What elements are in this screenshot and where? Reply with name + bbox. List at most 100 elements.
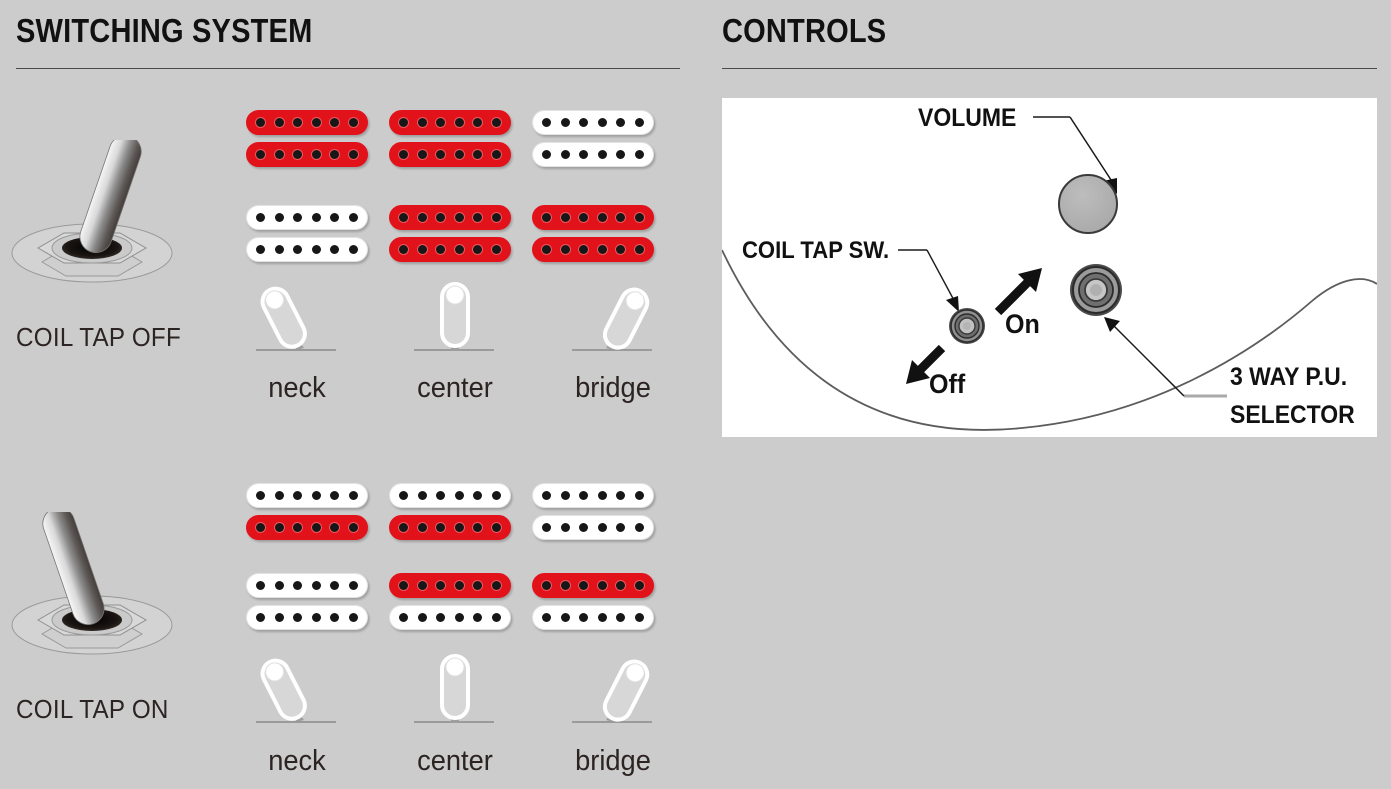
pole-piece	[579, 523, 589, 532]
pole-piece	[579, 245, 589, 254]
pole-piece	[579, 581, 589, 590]
pole-piece	[348, 613, 358, 622]
pole-piece	[473, 150, 483, 159]
pole-piece	[436, 491, 446, 500]
selector-lever-on-center-icon[interactable]	[398, 650, 518, 750]
pole-piece	[560, 613, 570, 622]
selector-label-off-bridge: bridge	[575, 372, 651, 404]
pole-piece	[616, 213, 626, 222]
pole-piece	[634, 523, 644, 532]
pole-piece	[293, 245, 303, 254]
pole-piece	[560, 118, 570, 127]
pickup-off-neck-upper	[246, 110, 370, 170]
pole-piece	[473, 523, 483, 532]
pole-piece	[560, 213, 570, 222]
pole-piece	[616, 581, 626, 590]
pole-piece	[634, 213, 644, 222]
coil-upper	[389, 573, 511, 598]
coil-tap-off-label-text: Off	[929, 368, 966, 399]
pole-piece	[274, 613, 284, 622]
switching-system-heading: SWITCHING SYSTEM	[16, 12, 313, 49]
pole-piece	[616, 613, 626, 622]
page-root: SWITCHING SYSTEM COIL TAP OFF neck cente…	[0, 0, 1391, 789]
pole-piece	[399, 491, 409, 500]
coil-upper	[532, 573, 654, 598]
pole-piece	[417, 581, 427, 590]
pole-piece	[256, 613, 266, 622]
pole-piece	[560, 150, 570, 159]
toggle-switch-coil-tap-off-icon[interactable]	[8, 140, 173, 320]
controls-diagram-panel: VOLUME COIL TAP SW. On Off 3 WAY P.U. SE…	[722, 98, 1377, 437]
coil-upper	[532, 205, 654, 230]
pole-piece	[491, 213, 501, 222]
pole-piece	[579, 118, 589, 127]
selector-lever-off-center-icon[interactable]	[398, 278, 518, 378]
pole-piece	[634, 613, 644, 622]
pole-piece	[616, 245, 626, 254]
selector-label-off-center: center	[417, 372, 493, 404]
pickup-on-bridge-lower	[532, 573, 656, 633]
pickup-pair-off-neck	[246, 110, 370, 262]
coil-lower	[246, 515, 368, 540]
pole-piece	[256, 245, 266, 254]
pole-piece	[274, 523, 284, 532]
pole-piece	[473, 245, 483, 254]
pole-piece	[256, 491, 266, 500]
pickup-pair-on-neck	[246, 483, 370, 630]
pole-piece	[454, 213, 464, 222]
pole-piece	[454, 150, 464, 159]
coil-upper	[389, 483, 511, 508]
pole-piece	[491, 245, 501, 254]
pole-piece	[274, 491, 284, 500]
pole-piece	[560, 491, 570, 500]
pole-piece	[293, 491, 303, 500]
pole-piece	[399, 245, 409, 254]
coil-tap-on-label-text: On	[1005, 308, 1040, 339]
pole-piece	[454, 581, 464, 590]
pole-piece	[348, 523, 358, 532]
pole-piece	[311, 245, 321, 254]
pole-piece	[417, 491, 427, 500]
pole-piece	[560, 523, 570, 532]
selector-lever-on-neck-icon[interactable]	[240, 650, 360, 750]
selector-lever-off-neck-icon[interactable]	[240, 278, 360, 378]
pole-piece	[399, 213, 409, 222]
pole-piece	[436, 213, 446, 222]
pole-piece	[597, 523, 607, 532]
coil-lower	[389, 142, 511, 167]
pole-piece	[597, 491, 607, 500]
selector-label-on-center: center	[417, 745, 493, 777]
pole-piece	[560, 245, 570, 254]
pickup-on-center-lower	[389, 573, 513, 633]
pole-piece	[330, 150, 340, 159]
coil-upper	[532, 110, 654, 135]
pole-piece	[491, 491, 501, 500]
pole-piece	[436, 118, 446, 127]
pole-piece	[436, 613, 446, 622]
pole-piece	[542, 491, 552, 500]
pole-piece	[348, 118, 358, 127]
coil-tap-switch-callout: COIL TAP SW.	[742, 236, 959, 312]
pole-piece	[579, 150, 589, 159]
pole-piece	[274, 213, 284, 222]
coil-tap-off-label: COIL TAP OFF	[16, 322, 182, 352]
pole-piece	[454, 245, 464, 254]
pole-piece	[417, 613, 427, 622]
pole-piece	[560, 581, 570, 590]
selector-lever-on-bridge-icon[interactable]	[556, 650, 676, 750]
selector-lever-off-bridge-icon[interactable]	[556, 278, 676, 378]
pole-piece	[491, 523, 501, 532]
pickup-on-center-upper	[389, 483, 513, 543]
pole-piece	[634, 150, 644, 159]
pole-piece	[256, 581, 266, 590]
pole-piece	[293, 150, 303, 159]
toggle-switch-coil-tap-on-icon[interactable]	[8, 512, 173, 692]
three-way-selector-leader	[1104, 317, 1227, 398]
coil-tap-on-arrow	[994, 268, 1042, 316]
pole-piece	[542, 118, 552, 127]
coil-lower	[532, 605, 654, 630]
pickup-off-bridge-upper	[532, 110, 656, 170]
pole-piece	[311, 150, 321, 159]
pole-piece	[417, 118, 427, 127]
pole-piece	[348, 581, 358, 590]
